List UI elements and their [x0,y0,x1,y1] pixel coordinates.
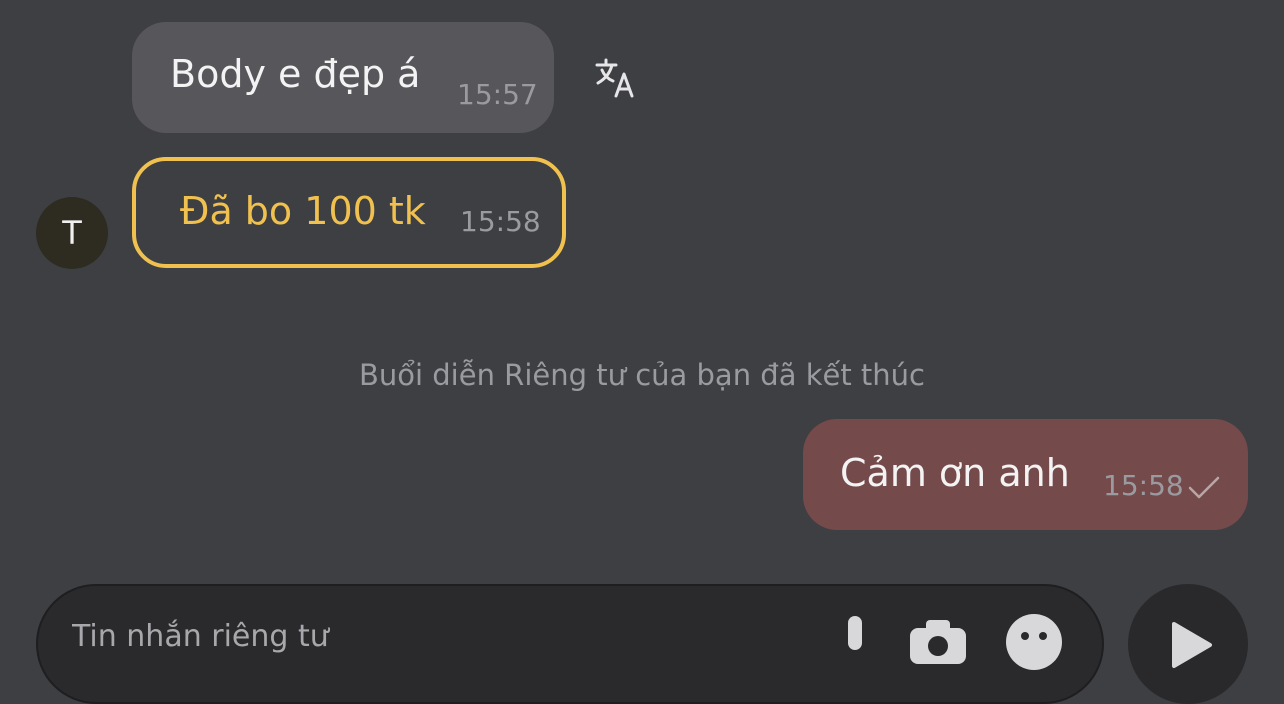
tip-message-bubble[interactable]: Đã bo 100 tk 15:58 [132,157,566,268]
avatar[interactable]: T [36,197,108,269]
message-input[interactable] [72,616,832,656]
send-icon [1172,622,1212,668]
check-icon [1188,476,1220,499]
tip-message-time: 15:58 [460,205,541,238]
send-button[interactable] [1128,584,1248,704]
outgoing-message-text: Cảm ơn anh [840,451,1070,495]
camera-icon[interactable] [906,616,970,666]
tip-message-text: Đã bo 100 tk [180,189,426,233]
incoming-message-bubble[interactable]: Body e đẹp á 15:57 [132,22,554,133]
outgoing-message-time: 15:58 [1103,469,1184,502]
outgoing-message-bubble[interactable]: Cảm ơn anh 15:58 [803,419,1248,530]
translate-icon[interactable] [594,56,638,100]
mic-icon[interactable] [840,614,870,674]
emoji-icon[interactable] [1004,612,1064,672]
incoming-message-time: 15:57 [457,78,538,111]
incoming-message-text: Body e đẹp á [170,52,421,96]
message-composer [36,584,1104,704]
system-note: Buổi diễn Riêng tư của bạn đã kết thúc [358,358,925,392]
